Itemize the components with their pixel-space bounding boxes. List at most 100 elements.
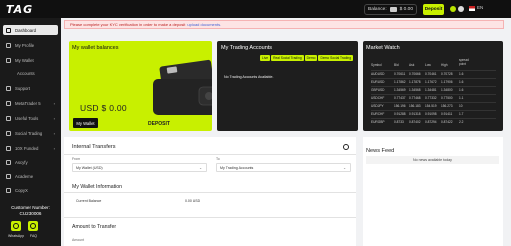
market-watch-cell: 1.1	[459, 96, 464, 100]
user-avatar-icon[interactable]	[458, 6, 464, 12]
dashboard-icon	[6, 27, 11, 33]
market-watch-cell: 0.70728	[441, 72, 453, 76]
market-watch-cell: 0.70611	[394, 72, 406, 76]
sidebar-item-label: Support	[15, 85, 31, 91]
wallet-deposit-link[interactable]: DEPOSIT	[148, 121, 170, 127]
help-icon	[30, 223, 36, 229]
market-watch-header: Symbol	[371, 63, 382, 67]
market-watch-cell: 0.87294	[425, 120, 437, 124]
market-watch-row-divider	[371, 102, 496, 103]
market-watch-cell: 0.8733	[394, 120, 404, 124]
market-watch-symbol[interactable]: USDCHF	[371, 96, 384, 100]
app-logo[interactable]: TAG	[6, 3, 33, 16]
market-watch-cell: 156.273	[441, 104, 453, 108]
market-watch-cell: 0.70461	[425, 72, 437, 76]
settings-icon[interactable]	[343, 144, 349, 150]
to-select-value: My Trading Accounts	[220, 165, 254, 170]
market-watch-row-divider	[371, 118, 496, 119]
academe-icon	[6, 173, 11, 179]
kyc-banner-text: Please complete your KYC verification in…	[70, 22, 186, 27]
market-watch-row-divider	[371, 78, 496, 79]
flag-icon[interactable]	[469, 6, 475, 11]
tab-demo-social-trading[interactable]: Demo Social Trading	[318, 55, 354, 61]
sidebar-item-dashboard[interactable]: Dashboard	[3, 25, 58, 35]
chevron-right-icon: ›	[53, 130, 55, 136]
market-watch-cell: 154.519	[425, 104, 437, 108]
market-watch-cell: 156.183	[409, 104, 421, 108]
current-balance-value: 0.00 USD	[185, 199, 201, 203]
market-watch-cell: 10	[459, 104, 463, 108]
market-watch-symbol[interactable]: USDJPY	[371, 104, 384, 108]
market-watch-row-divider	[371, 110, 496, 111]
sidebar-item-label: My Profile	[15, 42, 35, 48]
market-watch-cell: 1.6	[459, 80, 464, 84]
sidebar-item-label: Ascyfy	[15, 159, 28, 165]
market-watch-cell: 2.2	[459, 120, 464, 124]
market-watch-cell: 0.87422	[441, 120, 453, 124]
market-watch-symbol[interactable]: EURGBP	[371, 120, 384, 124]
market-watch-row-divider	[371, 70, 496, 71]
to-select[interactable]: My Trading Accounts ⌄	[216, 163, 351, 172]
sidebar-item-my-profile[interactable]: My Profile	[3, 40, 58, 50]
deposit-button[interactable]: Deposit	[423, 4, 444, 15]
sidebar-item-label: 10X Funded	[15, 145, 39, 151]
sidebar-item-ascyfy[interactable]: Ascyfy	[3, 157, 58, 167]
sidebar-item-10x-funded[interactable]: 10X Funded ›	[3, 143, 58, 153]
chevron-down-icon: ⌄	[199, 165, 202, 170]
market-watch-cell: 0.77500	[441, 96, 453, 100]
market-watch-symbol[interactable]: EURUSD	[371, 80, 384, 84]
eye-icon[interactable]	[389, 7, 397, 12]
news-feed-card: News Feed No news available today	[363, 137, 503, 246]
market-watch-symbol[interactable]: AUDUSD	[371, 72, 384, 76]
chevron-right-icon: ›	[53, 115, 55, 121]
amount-label: Amount	[72, 238, 85, 242]
trading-empty-message: No Trading Accounts Available.	[224, 75, 274, 79]
current-balance-label: Current Balance	[76, 199, 102, 203]
whatsapp-button[interactable]	[11, 221, 21, 231]
market-watch-cell: 0.77468	[409, 96, 421, 100]
whatsapp-icon	[13, 223, 19, 229]
tab-demo[interactable]: Demo	[304, 55, 318, 61]
sidebar-item-label: My Wallet	[15, 57, 34, 63]
market-watch-symbol[interactable]: GBPUSD	[371, 88, 384, 92]
upload-documents-link[interactable]: upload documents.	[187, 22, 221, 27]
market-watch-cell: 0.91288	[394, 112, 406, 116]
kyc-banner: Please complete your KYC verification in…	[64, 20, 504, 29]
market-watch-cell: 156.196	[394, 104, 406, 108]
market-watch-cell: 1.34481	[425, 88, 437, 92]
sidebar-item-useful-tools[interactable]: Useful Tools ›	[3, 113, 58, 123]
market-watch-header: Low	[425, 63, 431, 67]
wallet-icon	[6, 57, 11, 63]
market-watch-cell: 1.17862	[394, 80, 406, 84]
faq-button[interactable]	[28, 221, 38, 231]
sidebar: Dashboard My Profile My Wallet Accounts …	[0, 18, 61, 246]
news-feed-title: News Feed	[366, 148, 395, 154]
sidebar-item-accounts[interactable]: Accounts	[17, 71, 35, 76]
tab-live[interactable]: Live	[260, 55, 271, 61]
wallet-info-title: My Wallet Information	[72, 184, 122, 190]
sidebar-item-social-trading[interactable]: Social Trading ›	[3, 128, 58, 138]
sidebar-item-my-wallet[interactable]: My Wallet	[3, 55, 58, 65]
sidebar-item-label: Academe	[15, 173, 34, 179]
from-select[interactable]: My Wallet (USD) ⌄	[72, 163, 207, 172]
news-empty-message: No news available today	[366, 156, 499, 164]
market-watch-cell: 0.70666	[409, 72, 421, 76]
notification-icon[interactable]	[450, 6, 456, 12]
sidebar-item-academe[interactable]: Academe	[3, 171, 58, 181]
trading-accounts-title: My Trading Accounts	[221, 45, 273, 51]
sidebar-item-metatrader[interactable]: MetaTrader 5 ›	[3, 98, 58, 108]
wallet-illustration-icon	[153, 59, 212, 115]
market-watch-card: Market Watch Symbol Bid Ask Low High spread p…	[363, 41, 503, 131]
customer-number-value: CU230006	[19, 210, 42, 216]
market-watch-title: Market Watch	[366, 45, 400, 51]
my-wallet-button[interactable]: My Wallet	[73, 118, 98, 128]
tab-real-social-trading[interactable]: Real Social Trading	[271, 55, 304, 61]
market-watch-header: High	[441, 63, 448, 67]
customer-number: Customer Number: CU230006	[0, 205, 61, 216]
market-watch-symbol[interactable]: EURCHF	[371, 112, 384, 116]
market-watch-cell: 0.91411	[441, 112, 453, 116]
sidebar-item-support[interactable]: Support	[3, 83, 58, 93]
language-selector[interactable]: EN	[477, 5, 483, 10]
sidebar-item-copyx[interactable]: CopyX	[3, 185, 58, 195]
market-watch-header: spread point	[459, 58, 469, 66]
